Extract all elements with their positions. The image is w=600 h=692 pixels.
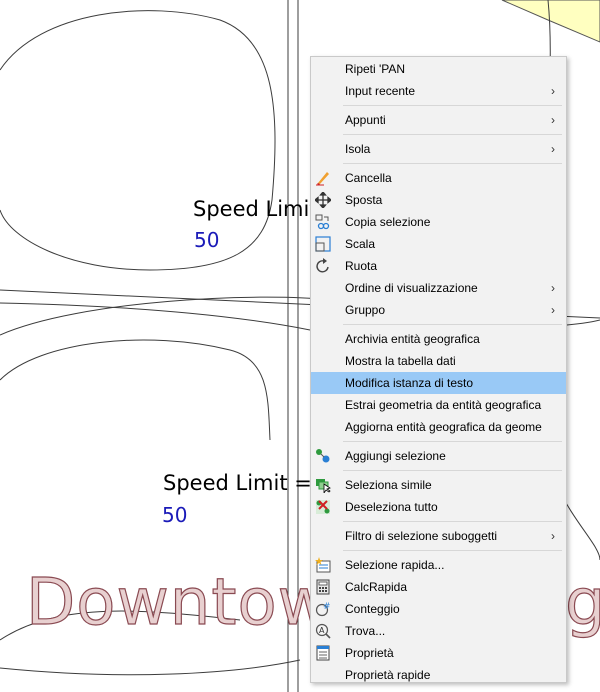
svg-text:#: # (323, 602, 331, 612)
menu-item-copy-selection[interactable]: Copia selezione (311, 211, 566, 233)
menu-item-archive-feature[interactable]: Archivia entità geografica (311, 328, 566, 350)
menu-item-label: Deseleziona tutto (345, 500, 438, 514)
menu-item-count[interactable]: # Conteggio (311, 598, 566, 620)
menu-item-label: Ruota (345, 259, 378, 273)
svg-text:A: A (319, 626, 325, 635)
chevron-right-icon: › (551, 84, 555, 98)
select-similar-icon (316, 479, 331, 493)
add-selected-icon (316, 449, 330, 463)
menu-item-draw-order[interactable]: Ordine di visualizzazione › (311, 277, 566, 299)
quick-select-icon (315, 557, 331, 573)
menu-separator (311, 131, 566, 138)
menu-separator (311, 102, 566, 109)
menu-item-properties[interactable]: Proprietà (311, 642, 566, 664)
speed-limit-label: Speed Limit (193, 197, 318, 221)
district-name-left: Downtow (25, 565, 331, 640)
menu-item-extract-geometry[interactable]: Estrai geometria da entità geografica (311, 394, 566, 416)
menu-item-label: Scala (345, 237, 376, 251)
district-name-right: g (564, 565, 600, 640)
chevron-right-icon: › (551, 303, 555, 317)
menu-item-edit-text-instance[interactable]: Modifica istanza di testo (311, 372, 566, 394)
speed-limit-value-2: 50 (162, 503, 188, 527)
menu-item-rotate[interactable]: Ruota (311, 255, 566, 277)
menu-item-erase[interactable]: Cancella (311, 167, 566, 189)
menu-item-label: Aggiungi selezione (345, 449, 446, 463)
menu-item-label: Sposta (345, 193, 383, 207)
menu-item-repeat-pan[interactable]: Ripeti 'PAN (311, 58, 566, 80)
chevron-right-icon: › (551, 113, 555, 127)
menu-item-select-similar[interactable]: Seleziona simile (311, 474, 566, 496)
menu-item-label: Appunti (345, 113, 386, 127)
menu-item-label: Estrai geometria da entità geografica (345, 398, 542, 412)
menu-item-add-selected[interactable]: Aggiungi selezione (311, 445, 566, 467)
menu-item-scale[interactable]: Scala (311, 233, 566, 255)
menu-item-group[interactable]: Gruppo › (311, 299, 566, 321)
menu-item-label: Aggiorna entità geografica da geome (345, 420, 542, 434)
calculator-icon (316, 579, 330, 595)
menu-item-label: Ordine di visualizzazione (345, 281, 478, 295)
menu-item-recent-input[interactable]: Input recente › (311, 80, 566, 102)
menu-item-label: Conteggio (345, 602, 400, 616)
menu-item-label: CalcRapida (345, 580, 408, 594)
menu-item-label: Seleziona simile (345, 478, 432, 492)
menu-item-label: Proprietà (345, 646, 394, 660)
menu-item-subobject-filter[interactable]: Filtro di selezione suboggetti › (311, 525, 566, 547)
menu-separator (311, 518, 566, 525)
eraser-icon (316, 172, 329, 186)
move-icon (315, 192, 331, 208)
menu-separator (311, 160, 566, 167)
menu-item-label: Isola (345, 142, 371, 156)
count-icon: # (315, 602, 331, 617)
menu-separator (311, 467, 566, 474)
chevron-right-icon: › (551, 142, 555, 156)
menu-item-label: Copia selezione (345, 215, 431, 229)
menu-item-label: Selezione rapida... (345, 558, 445, 572)
menu-item-label: Input recente (345, 84, 416, 98)
speed-limit-label-2: Speed Limit = (163, 471, 312, 495)
rotate-icon (316, 258, 329, 273)
menu-item-isolate[interactable]: Isola › (311, 138, 566, 160)
menu-item-label: Modifica istanza di testo (345, 376, 474, 390)
menu-item-label: Cancella (345, 171, 392, 185)
menu-item-find[interactable]: A Trova... (311, 620, 566, 642)
scale-icon (315, 236, 331, 252)
menu-separator (311, 547, 566, 554)
menu-item-deselect-all[interactable]: Deseleziona tutto (311, 496, 566, 518)
menu-item-quick-select[interactable]: Selezione rapida... (311, 554, 566, 576)
menu-item-label: Ripeti 'PAN (345, 62, 406, 76)
menu-item-label: Trova... (345, 624, 386, 638)
chevron-right-icon: › (551, 281, 555, 295)
menu-item-label: Archivia entità geografica (345, 332, 480, 346)
find-icon: A (315, 623, 331, 639)
copy-selection-icon (315, 214, 330, 230)
context-menu: Ripeti 'PAN Input recente › Appunti › Isol… (310, 56, 567, 683)
menu-item-clipboard[interactable]: Appunti › (311, 109, 566, 131)
menu-item-update-feature[interactable]: Aggiorna entità geografica da geome (311, 416, 566, 438)
chevron-right-icon: › (551, 529, 555, 543)
deselect-all-icon (316, 500, 330, 514)
menu-item-label: Filtro di selezione suboggetti (345, 529, 498, 543)
menu-item-move[interactable]: Sposta (311, 189, 566, 211)
menu-item-label: Gruppo (345, 303, 386, 317)
menu-item-label: Proprietà rapide (345, 668, 431, 682)
menu-separator (311, 321, 566, 328)
menu-item-show-data-table[interactable]: Mostra la tabella dati (311, 350, 566, 372)
menu-item-quick-properties[interactable]: Proprietà rapide (311, 664, 566, 682)
properties-icon (316, 645, 330, 661)
menu-item-quickcalc[interactable]: CalcRapida (311, 576, 566, 598)
speed-limit-value: 50 (194, 228, 220, 252)
menu-item-label: Mostra la tabella dati (345, 354, 456, 368)
menu-separator (311, 438, 566, 445)
